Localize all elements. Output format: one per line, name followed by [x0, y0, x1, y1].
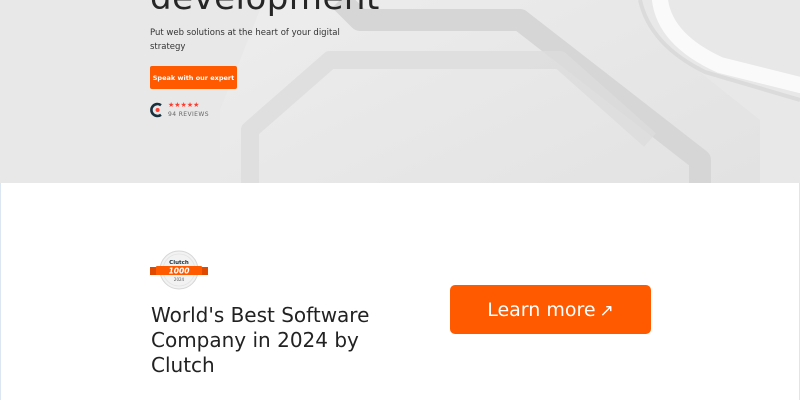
- award-heading: World's Best Software Company in 2024 by…: [151, 303, 370, 377]
- badge-rank: 1000: [169, 267, 190, 276]
- award-section: Clutch 1000 2024 World's Best Software C…: [0, 183, 800, 400]
- hero-background-graphic: [0, 0, 800, 183]
- clutch-1000-badge-icon: Clutch 1000 2024: [150, 250, 208, 290]
- badge-year: 2024: [174, 277, 185, 282]
- clutch-logo-icon: [150, 102, 162, 118]
- hero-section: development Put web solutions at the hea…: [0, 0, 800, 183]
- hero-subtitle: Put web solutions at the heart of your d…: [150, 28, 340, 52]
- arrow-up-right-icon: ↗: [599, 300, 614, 321]
- badge-brand: Clutch: [169, 260, 189, 266]
- learn-more-button[interactable]: Learn more ↗: [450, 285, 651, 334]
- speak-with-expert-button[interactable]: Speak with our expert: [150, 66, 237, 89]
- hero-title: development: [150, 0, 380, 18]
- reviews-count: 94 REVIEWS: [168, 111, 209, 118]
- star-rating-icons: ★★★★★: [168, 101, 200, 109]
- learn-more-label: Learn more: [487, 298, 596, 321]
